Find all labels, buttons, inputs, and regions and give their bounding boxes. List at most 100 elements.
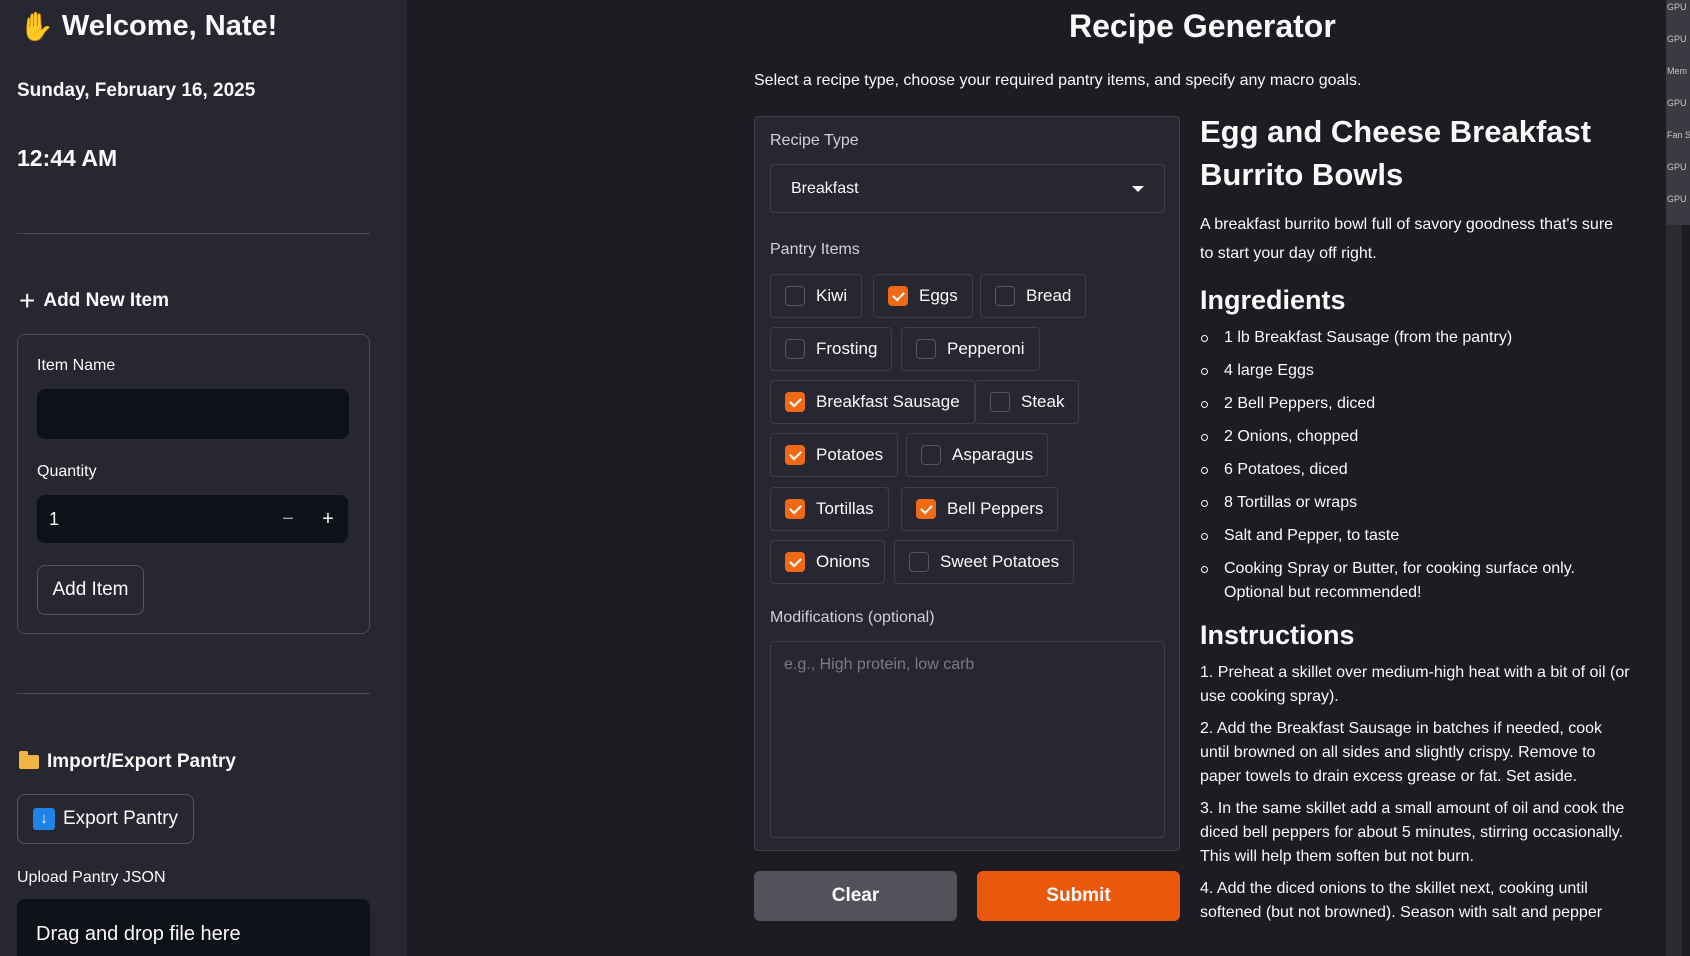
pantry-item-tortillas[interactable]: Tortillas: [770, 487, 889, 531]
pantry-item-label: Pepperoni: [947, 339, 1025, 358]
pantry-item-label: Frosting: [816, 339, 878, 358]
pantry-item-label: Bell Peppers: [947, 499, 1044, 518]
recipe-type-select[interactable]: Breakfast: [770, 164, 1165, 213]
checkbox[interactable]: [916, 499, 936, 519]
pantry-item-eggs[interactable]: Eggs: [873, 274, 973, 318]
pantry-item-label: Kiwi: [816, 286, 848, 305]
list-item: 3. In the same skillet add a small amoun…: [1200, 800, 1625, 865]
pantry-items-label: Pantry Items: [770, 241, 860, 258]
instructions-heading: Instructions: [1200, 620, 1355, 650]
checkbox[interactable]: [785, 339, 805, 359]
list-item: 2 Bell Peppers, diced: [1200, 392, 1630, 416]
add-item-button[interactable]: Add Item: [37, 565, 144, 615]
add-new-item-label: Add New Item: [43, 290, 169, 311]
item-name-input[interactable]: [37, 389, 349, 439]
checkbox[interactable]: [921, 445, 941, 465]
pantry-item-sweet-potatoes[interactable]: Sweet Potatoes: [894, 540, 1075, 584]
item-name-label: Item Name: [37, 357, 116, 374]
pantry-item-label: Tortillas: [816, 499, 874, 518]
checkbox[interactable]: [916, 339, 936, 359]
quantity-input[interactable]: 1: [49, 509, 268, 530]
recipe-output: Egg and Cheese Breakfast Burrito Bowls A…: [1200, 110, 1630, 933]
decrement-button[interactable]: −: [268, 495, 308, 543]
instructions-list: 1. Preheat a skillet over medium-high he…: [1200, 661, 1630, 925]
list-item: 8 Tortillas or wraps: [1200, 491, 1630, 515]
pantry-item-bread[interactable]: Bread: [980, 274, 1087, 318]
pantry-item-label: Breakfast Sausage: [816, 392, 960, 411]
overlay-label: GPU: [1667, 2, 1687, 12]
pantry-item-onions[interactable]: Onions: [770, 540, 885, 584]
gpu-monitor-overlay: GPU GPU Mem GPU Fan S GPU GPU: [1666, 0, 1690, 225]
dropzone-text: Drag and drop file here: [36, 923, 241, 945]
quantity-stepper: 1 − +: [37, 495, 348, 543]
pantry-item-asparagus[interactable]: Asparagus: [906, 433, 1049, 477]
checkbox[interactable]: [995, 286, 1015, 306]
import-export-label: Import/Export Pantry: [47, 751, 236, 772]
plus-icon: +: [19, 285, 36, 316]
clear-button[interactable]: Clear: [754, 871, 957, 921]
pantry-item-label: Sweet Potatoes: [940, 552, 1060, 571]
pantry-item-label: Bread: [1026, 286, 1072, 305]
current-time: 12:44 AM: [17, 145, 118, 171]
pantry-item-kiwi[interactable]: Kiwi: [770, 274, 863, 318]
recipe-type-label: Recipe Type: [770, 132, 859, 149]
upload-pantry-label: Upload Pantry JSON: [17, 869, 166, 886]
pantry-item-steak[interactable]: Steak: [975, 380, 1080, 424]
pantry-item-label: Asparagus: [952, 445, 1034, 464]
pantry-item-pepperoni[interactable]: Pepperoni: [901, 327, 1040, 371]
overlay-label: GPU: [1667, 34, 1687, 44]
checkbox[interactable]: [785, 445, 805, 465]
overlay-label: GPU: [1667, 98, 1687, 108]
page-title: Recipe Generator: [1069, 8, 1336, 44]
checkbox[interactable]: [785, 552, 805, 572]
overlay-label: Mem: [1667, 66, 1687, 76]
ingredients-list: 1 lb Breakfast Sausage (from the pantry)…: [1200, 326, 1630, 605]
modifications-label: Modifications (optional): [770, 609, 935, 626]
quantity-label: Quantity: [37, 463, 97, 480]
current-date: Sunday, February 16, 2025: [17, 80, 256, 101]
pantry-item-bell-peppers[interactable]: Bell Peppers: [901, 487, 1059, 531]
checkbox[interactable]: [990, 392, 1010, 412]
recipe-title: Egg and Cheese Breakfast Burrito Bowls: [1200, 114, 1592, 192]
checkbox[interactable]: [888, 286, 908, 306]
checkbox[interactable]: [909, 552, 929, 572]
pantry-item-potatoes[interactable]: Potatoes: [770, 433, 899, 477]
file-dropzone[interactable]: Drag and drop file here: [17, 899, 370, 956]
download-arrow-icon: ↓: [32, 808, 55, 830]
modifications-input[interactable]: e.g., High protein, low carb: [770, 641, 1165, 838]
welcome-heading: ✋ Welcome, Nate!: [19, 10, 277, 43]
increment-button[interactable]: +: [308, 495, 348, 543]
overlay-label: GPU: [1667, 162, 1687, 172]
recipe-type-value: Breakfast: [791, 179, 859, 197]
page-subtitle: Select a recipe type, choose your requir…: [754, 72, 1362, 89]
pantry-item-breakfast-sausage[interactable]: Breakfast Sausage: [770, 380, 975, 424]
sidebar: ✋ Welcome, Nate! Sunday, February 16, 20…: [0, 0, 407, 956]
checkbox[interactable]: [785, 392, 805, 412]
list-item: 2. Add the Breakfast Sausage in batches …: [1200, 720, 1603, 785]
recipe-form: Recipe Type Breakfast Pantry Items Kiwi …: [754, 116, 1180, 851]
overlay-label: Fan S: [1667, 130, 1690, 140]
divider: [17, 693, 370, 694]
pantry-item-frosting[interactable]: Frosting: [770, 327, 893, 371]
waving-hand-icon: ✋: [19, 11, 54, 42]
list-item: 4 large Eggs: [1200, 359, 1630, 383]
pantry-item-label: Potatoes: [816, 445, 884, 464]
list-item: 6 Potatoes, diced: [1200, 458, 1630, 482]
add-new-item-heading: + Add New Item: [19, 285, 169, 316]
pantry-item-label: Eggs: [919, 286, 958, 305]
list-item: Cooking Spray or Butter, for cooking sur…: [1200, 557, 1630, 605]
import-export-heading: Import/Export Pantry: [19, 751, 236, 773]
list-item: 1. Preheat a skillet over medium-high he…: [1200, 664, 1630, 705]
welcome-text: Welcome, Nate!: [61, 10, 278, 42]
list-item: 4. Add the diced onions to the skillet n…: [1200, 880, 1603, 921]
export-pantry-button[interactable]: ↓ Export Pantry: [17, 794, 194, 844]
checkbox[interactable]: [785, 499, 805, 519]
list-item: Salt and Pepper, to taste: [1200, 524, 1630, 548]
list-item: 2 Onions, chopped: [1200, 425, 1630, 449]
folder-icon: [19, 751, 39, 769]
submit-button[interactable]: Submit: [977, 871, 1180, 921]
overlay-label: GPU: [1667, 194, 1687, 204]
divider: [17, 233, 370, 234]
list-item: 1 lb Breakfast Sausage (from the pantry): [1200, 326, 1630, 350]
checkbox[interactable]: [785, 286, 805, 306]
